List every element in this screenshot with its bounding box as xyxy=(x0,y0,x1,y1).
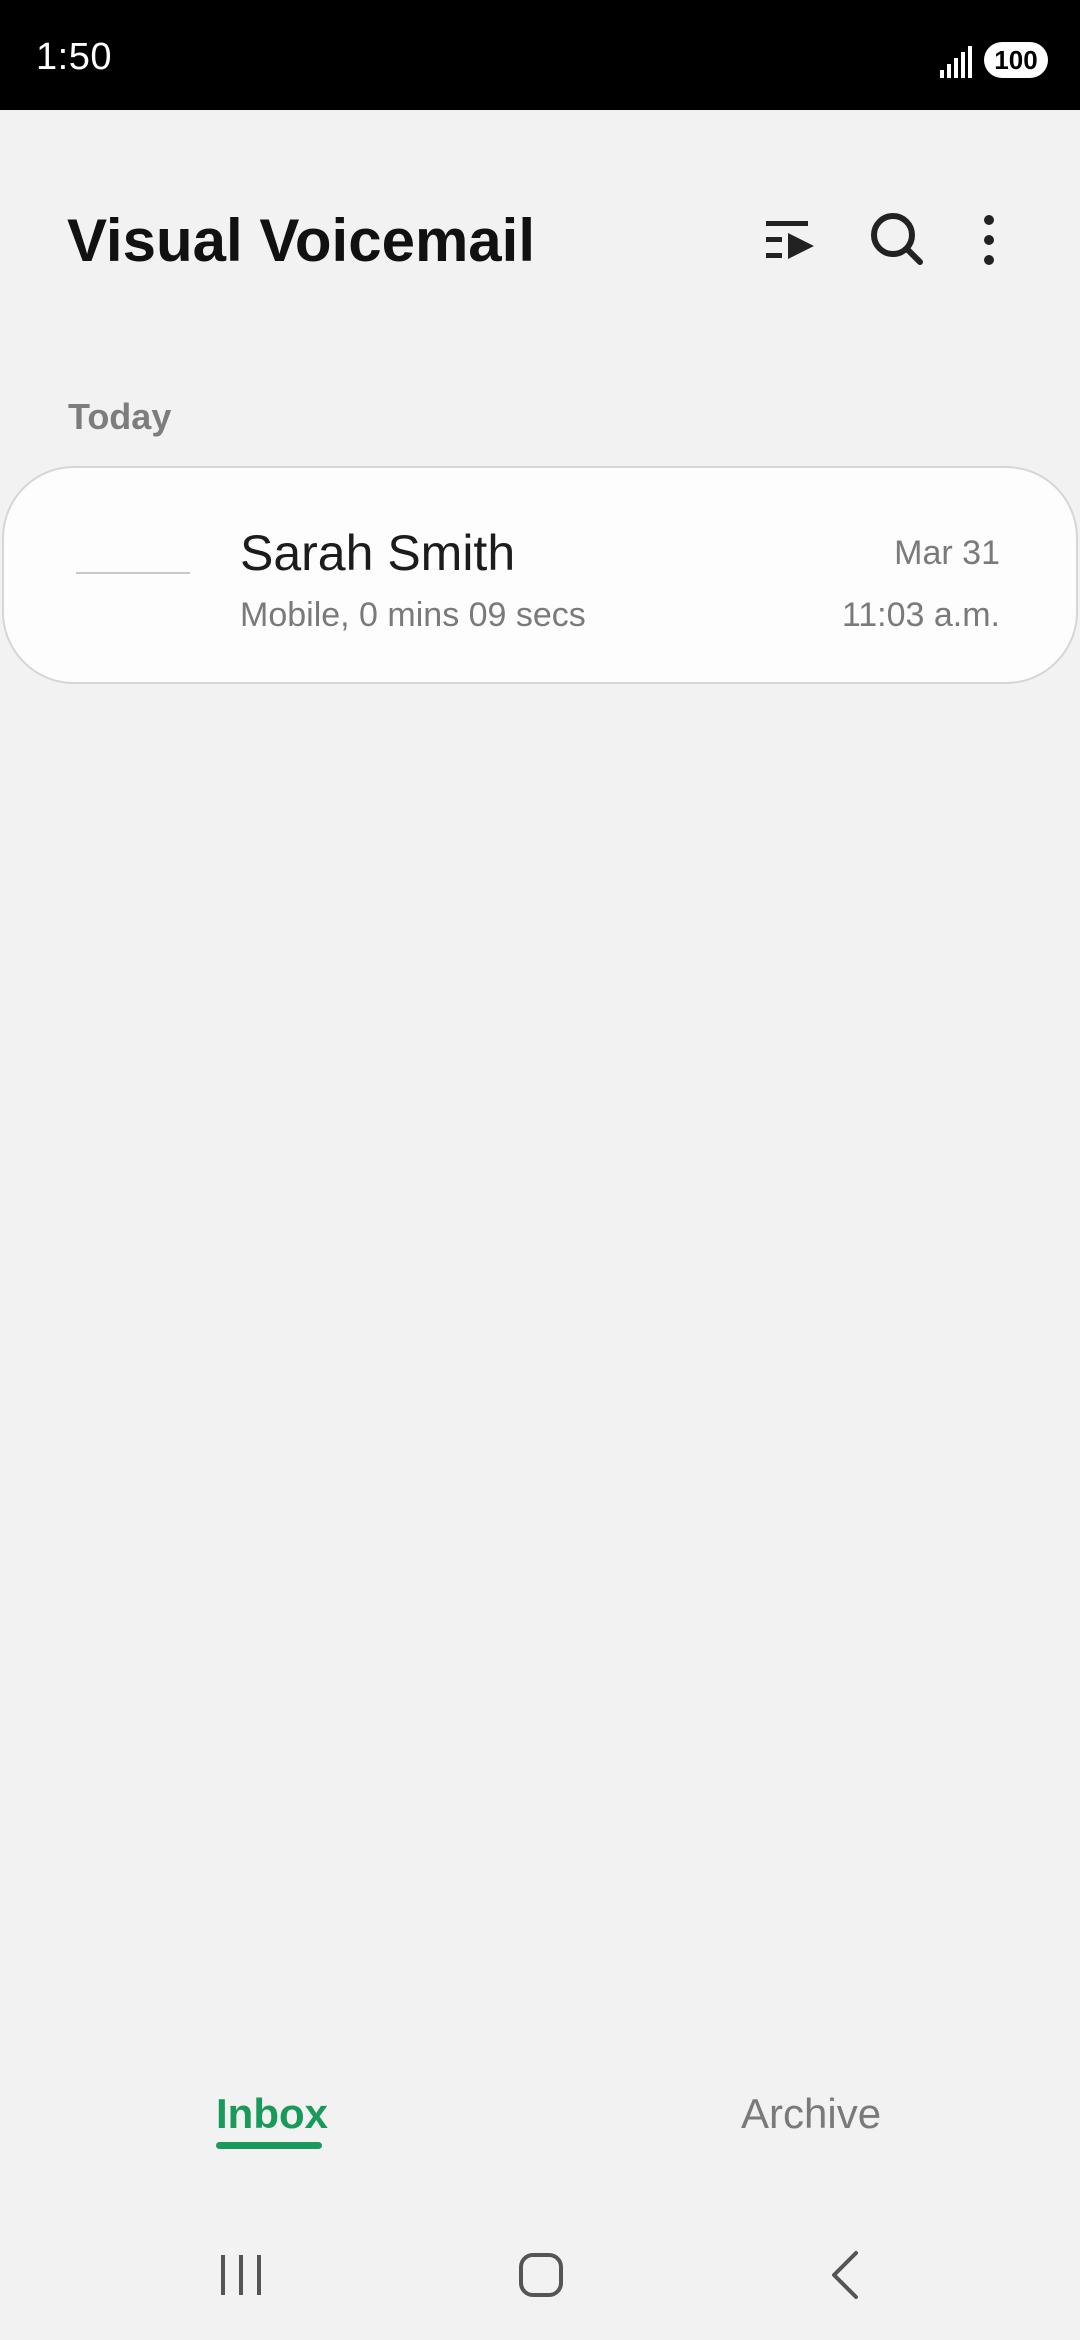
voicemail-date: Mar 31 xyxy=(894,534,1000,572)
voicemail-item[interactable]: Sarah Smith Mobile, 0 mins 09 secs Mar 3… xyxy=(2,466,1078,684)
section-header-today: Today xyxy=(68,396,172,437)
search-icon[interactable] xyxy=(862,205,932,275)
recents-icon[interactable] xyxy=(211,2245,271,2305)
caller-detail: Mobile, 0 mins 09 secs xyxy=(240,596,586,634)
play-all-icon[interactable] xyxy=(756,205,826,275)
tab-archive[interactable]: Archive xyxy=(741,2090,881,2138)
status-bar: 1:50 100 xyxy=(0,0,1080,110)
battery-icon: 100 xyxy=(984,42,1048,78)
avatar xyxy=(76,572,190,574)
tab-inbox[interactable]: Inbox xyxy=(216,2090,328,2138)
back-icon[interactable] xyxy=(816,2245,876,2305)
signal-icon xyxy=(940,46,972,78)
home-icon[interactable] xyxy=(511,2245,571,2305)
caller-name: Sarah Smith xyxy=(240,525,516,581)
page-title: Visual Voicemail xyxy=(67,207,536,274)
voicemail-time: 11:03 a.m. xyxy=(841,596,1000,634)
status-time: 1:50 xyxy=(36,36,112,78)
tab-indicator xyxy=(216,2142,322,2149)
more-options-icon[interactable] xyxy=(954,205,1024,275)
